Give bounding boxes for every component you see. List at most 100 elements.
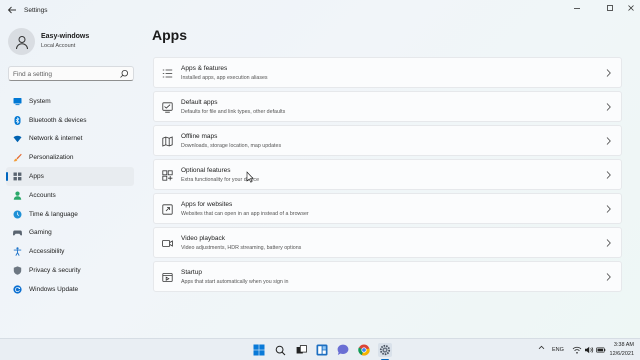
- taskbar-search-button[interactable]: [273, 343, 287, 357]
- settings-window: Settings Easy-windows Local Account Find…: [0, 0, 640, 338]
- sidebar-item-label: Network & internet: [29, 135, 83, 143]
- chrome-button[interactable]: [357, 343, 371, 357]
- card-startup[interactable]: Startup Apps that start automatically wh…: [153, 261, 622, 292]
- sidebar-item-accounts[interactable]: Accounts: [6, 186, 134, 205]
- sidebar-item-system[interactable]: System: [6, 92, 134, 111]
- sidebar-item-label: Accounts: [29, 191, 56, 199]
- sidebar-item-label: Personalization: [29, 154, 74, 162]
- sidebar-item-time-language[interactable]: Time & language: [6, 205, 134, 224]
- card-offline-maps[interactable]: Offline maps Downloads, storage location…: [153, 125, 622, 156]
- chevron-right-icon: [606, 171, 611, 179]
- open-link-icon: [162, 204, 173, 215]
- update-icon: [13, 285, 22, 294]
- bluetooth-icon: [13, 115, 22, 125]
- card-video-playback[interactable]: Video playback Video adjustments, HDR st…: [153, 227, 622, 258]
- sidebar-item-network[interactable]: Network & internet: [6, 130, 134, 149]
- windows-logo-icon: [253, 344, 265, 356]
- person-icon: [13, 191, 22, 200]
- sidebar-item-label: Accessibility: [29, 248, 65, 256]
- search-box[interactable]: [8, 66, 134, 81]
- sidebar-item-gaming[interactable]: Gaming: [6, 224, 134, 243]
- show-hidden-icons-icon[interactable]: [538, 344, 545, 353]
- brush-icon: [13, 153, 22, 162]
- card-apps-features[interactable]: Apps & features Installed apps, app exec…: [153, 57, 622, 88]
- card-description: Websites that can open in an app instead…: [181, 211, 309, 217]
- gear-icon: [379, 344, 391, 356]
- chat-button[interactable]: [336, 343, 350, 357]
- mouse-pointer-icon: [246, 171, 254, 183]
- card-description: Apps that start automatically when you s…: [181, 279, 289, 285]
- widgets-icon: [316, 344, 328, 356]
- sidebar-item-apps[interactable]: Apps: [6, 167, 134, 186]
- card-title: Apps for websites: [181, 201, 233, 208]
- chevron-right-icon: [606, 205, 611, 213]
- task-view-icon: [296, 344, 307, 353]
- card-title: Default apps: [181, 99, 218, 106]
- search-icon: [275, 345, 285, 355]
- volume-icon[interactable]: [584, 345, 594, 355]
- sidebar-item-label: Privacy & security: [29, 267, 81, 275]
- chat-icon: [337, 344, 349, 355]
- sidebar-item-accessibility[interactable]: Accessibility: [6, 242, 134, 261]
- clock-date[interactable]: 12/6/2021: [603, 351, 634, 357]
- card-title: Offline maps: [181, 133, 218, 140]
- person-icon: [15, 35, 28, 49]
- sidebar-item-privacy-security[interactable]: Privacy & security: [6, 261, 134, 280]
- card-title: Startup: [181, 269, 202, 276]
- sidebar-item-bluetooth[interactable]: Bluetooth & devices: [6, 111, 134, 130]
- page-title: Apps: [152, 27, 187, 43]
- widgets-button[interactable]: [315, 343, 329, 357]
- startup-icon: [162, 273, 173, 282]
- video-icon: [162, 240, 173, 247]
- sidebar-item-label: Time & language: [29, 210, 78, 218]
- sidebar-item-label: Bluetooth & devices: [29, 116, 87, 124]
- avatar[interactable]: [8, 28, 35, 55]
- title-bar: Settings: [0, 0, 640, 22]
- maximize-button[interactable]: [603, 4, 617, 16]
- back-arrow-icon[interactable]: [6, 5, 18, 17]
- chevron-right-icon: [606, 137, 611, 145]
- sidebar-item-personalization[interactable]: Personalization: [6, 148, 134, 167]
- clock-time[interactable]: 3:38 AM: [608, 342, 634, 348]
- sidebar-item-label: Windows Update: [29, 285, 79, 293]
- card-title: Apps & features: [181, 65, 228, 72]
- settings-list: Apps & features Installed apps, app exec…: [153, 57, 622, 295]
- wifi-icon[interactable]: [572, 345, 582, 355]
- chrome-icon: [358, 344, 370, 356]
- sidebar-nav: System Bluetooth & devices Network & int…: [6, 92, 134, 299]
- shield-icon: [13, 266, 22, 275]
- globe-clock-icon: [13, 210, 22, 219]
- close-button[interactable]: [624, 4, 638, 16]
- card-description: Defaults for file and link types, other …: [181, 109, 286, 115]
- card-description: Downloads, storage location, map updates: [181, 143, 282, 149]
- sidebar-item-label: Apps: [29, 173, 44, 181]
- card-default-apps[interactable]: Default apps Defaults for file and link …: [153, 91, 622, 122]
- app-title: Settings: [24, 7, 48, 14]
- chevron-right-icon: [606, 273, 611, 281]
- card-apps-for-websites[interactable]: Apps for websites Websites that can open…: [153, 193, 622, 224]
- add-grid-icon: [162, 170, 173, 181]
- chevron-right-icon: [606, 239, 611, 247]
- card-optional-features[interactable]: Optional features Extra functionality fo…: [153, 159, 622, 190]
- card-title: Optional features: [181, 167, 231, 174]
- search-input[interactable]: [13, 69, 117, 79]
- card-description: Installed apps, app execution aliases: [181, 75, 268, 81]
- sidebar-item-label: System: [29, 97, 51, 105]
- user-name: Easy-windows: [41, 33, 90, 40]
- apps-icon: [13, 172, 22, 181]
- sidebar-item-windows-update[interactable]: Windows Update: [6, 280, 134, 299]
- language-indicator[interactable]: ENG: [552, 347, 564, 353]
- start-button[interactable]: [252, 343, 266, 357]
- monitor-icon: [13, 97, 22, 106]
- chevron-right-icon: [606, 69, 611, 77]
- search-icon[interactable]: [119, 69, 129, 79]
- chevron-right-icon: [606, 103, 611, 111]
- settings-taskbar-button[interactable]: [378, 343, 392, 357]
- task-view-button[interactable]: [294, 343, 308, 357]
- card-title: Video playback: [181, 235, 225, 242]
- gamepad-icon: [13, 228, 22, 237]
- minimize-button[interactable]: [570, 4, 584, 16]
- card-description: Video adjustments, HDR streaming, batter…: [181, 245, 302, 251]
- map-icon: [162, 136, 173, 147]
- taskbar: ENG 3:38 AM 12/6/2021: [0, 338, 640, 360]
